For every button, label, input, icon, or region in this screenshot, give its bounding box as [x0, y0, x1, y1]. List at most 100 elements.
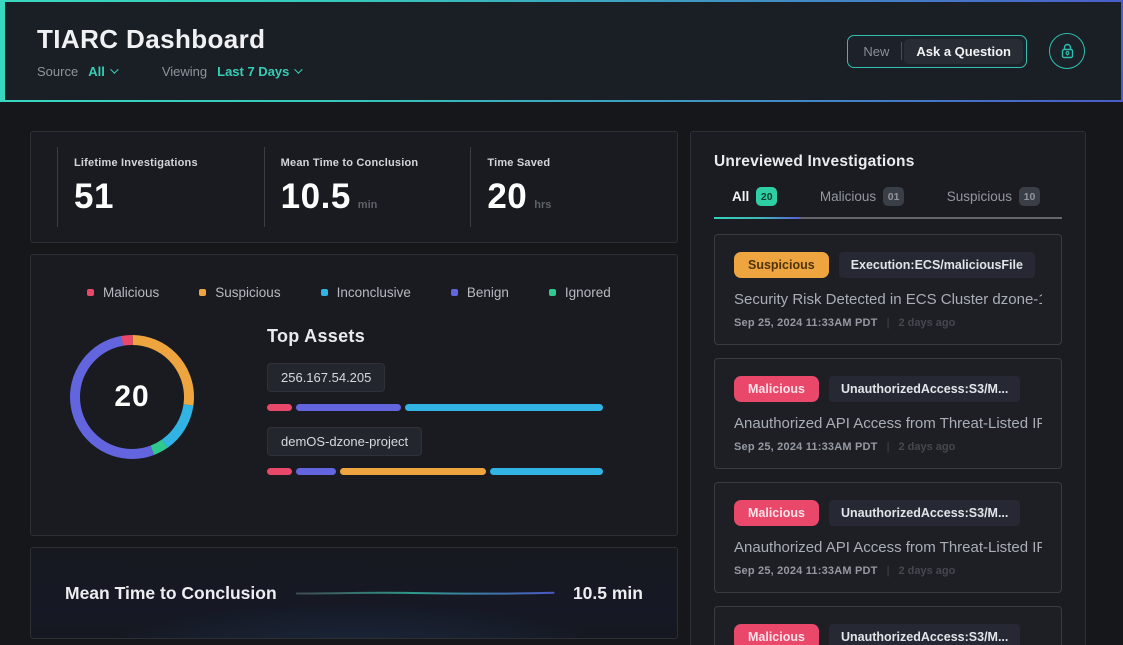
tab-label: Malicious [820, 189, 876, 204]
header-accent-border: TIARC Dashboard Source All Viewing Last … [0, 0, 1123, 102]
badge-row: Malicious UnauthorizedAccess:S3/M... [734, 376, 1042, 402]
finding-type-tag: UnauthorizedAccess:S3/M... [829, 500, 1020, 526]
asset-name-pill[interactable]: 256.167.54.205 [267, 363, 385, 392]
timestamp: Sep 25, 2024 11:33AM PDT [734, 441, 878, 453]
top-assets-title: Top Assets [267, 326, 603, 347]
stat-unit: min [358, 199, 378, 211]
legend-label: Benign [467, 285, 509, 300]
new-button[interactable]: New [851, 39, 901, 64]
benign-dot-icon [451, 289, 458, 296]
asset-row: demOS-dzone-project [267, 427, 603, 475]
mean-time-title: Mean Time to Conclusion [65, 583, 277, 604]
page-title: TIARC Dashboard [37, 24, 300, 55]
investigation-title: Anauthorized API Access from Threat-List… [734, 415, 1042, 432]
stat-value: 20 [487, 177, 527, 217]
investigations-list: SuspiciousExecution:ECS/maliciousFile Sec… [714, 234, 1062, 645]
bar-segment-inconclusive [405, 404, 603, 411]
age-label: 2 days ago [898, 317, 955, 329]
stat-unit: hrs [534, 199, 551, 211]
suspicious-dot-icon [199, 289, 206, 296]
age-label: 2 days ago [898, 441, 955, 453]
badge-row: SuspiciousExecution:ECS/maliciousFile [734, 252, 1042, 278]
chart-legend: Malicious Suspicious Inconclusive Benign Ign… [87, 285, 677, 300]
stat-label: Time Saved [487, 157, 677, 169]
investigation-title: Security Risk Detected in ECS Cluster dz… [734, 291, 1042, 308]
legend-item-inconclusive[interactable]: Inconclusive [321, 285, 411, 300]
legend-item-ignored[interactable]: Ignored [549, 285, 611, 300]
asset-name-pill[interactable]: demOS-dzone-project [267, 427, 422, 456]
top-assets-section: Top Assets 256.167.54.205 demOS-dzone-pro… [267, 326, 603, 475]
stat-mean-time-to-conclusion: Mean Time to Conclusion 10.5 min [264, 147, 471, 227]
severity-badge: Suspicious [734, 252, 829, 278]
legend-item-malicious[interactable]: Malicious [87, 285, 159, 300]
main-content: Lifetime Investigations 51 Mean Time to … [0, 102, 1123, 645]
source-label: Source [37, 64, 78, 79]
ask-question-label: Ask a Question [904, 39, 1023, 64]
date-range-value: Last 7 Days [217, 64, 289, 79]
stat-time-saved: Time Saved 20 hrs [470, 147, 677, 227]
source-value: All [88, 64, 105, 79]
date-range-dropdown[interactable]: Last 7 Days [217, 64, 300, 79]
chart-body: 20 Top Assets 256.167.54.205 demOS-dzone-… [31, 326, 677, 475]
meta-separator: | [887, 565, 890, 577]
stats-card: Lifetime Investigations 51 Mean Time to … [30, 131, 678, 243]
verdict-donut-chart: 20 [67, 332, 197, 462]
ask-a-question-button[interactable]: New Ask a Question [847, 35, 1027, 68]
chevron-down-icon [110, 65, 118, 73]
stat-value: 10.5 [281, 177, 351, 217]
tab-label: All [732, 189, 749, 204]
investigation-meta: Sep 25, 2024 11:33AM PDT|2 days ago [734, 317, 1042, 329]
inconclusive-dot-icon [321, 289, 328, 296]
tab-count-badge: 01 [883, 187, 904, 206]
verdict-chart-card: Malicious Suspicious Inconclusive Benign Ign… [30, 254, 678, 536]
legend-item-benign[interactable]: Benign [451, 285, 509, 300]
ignored-dot-icon [549, 289, 556, 296]
button-divider [901, 42, 902, 60]
finding-type-tag: UnauthorizedAccess:S3/M... [829, 376, 1020, 402]
header-left: TIARC Dashboard Source All Viewing Last … [37, 24, 300, 79]
severity-badge: Malicious [734, 376, 819, 402]
donut-total: 20 [67, 332, 197, 462]
tab-label: Suspicious [947, 189, 1012, 204]
legend-item-suspicious[interactable]: Suspicious [199, 285, 280, 300]
viewing-label: Viewing [162, 64, 207, 79]
legend-label: Inconclusive [337, 285, 411, 300]
timestamp: Sep 25, 2024 11:33AM PDT [734, 317, 878, 329]
investigation-card[interactable]: Malicious UnauthorizedAccess:S3/M... Anaut… [714, 358, 1062, 469]
asset-stacked-bar [267, 404, 603, 411]
lock-button[interactable] [1049, 33, 1085, 69]
bar-segment-inconclusive [490, 468, 603, 475]
mean-time-card: Mean Time to Conclusion 10.5 min [30, 547, 678, 639]
bar-segment-benign [296, 468, 336, 475]
mean-time-value: 10.5 min [573, 583, 643, 604]
investigation-card[interactable]: SuspiciousExecution:ECS/maliciousFile Sec… [714, 234, 1062, 345]
legend-label: Suspicious [215, 285, 280, 300]
source-dropdown[interactable]: All [88, 64, 116, 79]
stat-lifetime-investigations: Lifetime Investigations 51 [57, 147, 264, 227]
legend-label: Malicious [103, 285, 159, 300]
bar-segment-malicious [267, 468, 292, 475]
stat-label: Lifetime Investigations [74, 157, 264, 169]
header-actions: New Ask a Question [847, 33, 1085, 69]
tab-all[interactable]: All 20 [732, 187, 777, 217]
header-filters: Source All Viewing Last 7 Days [37, 64, 300, 79]
age-label: 2 days ago [898, 565, 955, 577]
unreviewed-investigations-panel: Unreviewed Investigations All 20 Malicious… [690, 131, 1086, 645]
left-column: Lifetime Investigations 51 Mean Time to … [30, 131, 678, 639]
tab-count-badge: 20 [756, 187, 777, 206]
severity-badge: Malicious [734, 500, 819, 526]
badge-row: Malicious UnauthorizedAccess:S3/M... [734, 500, 1042, 526]
panel-title: Unreviewed Investigations [714, 153, 1062, 171]
stat-value: 51 [74, 177, 114, 217]
tab-suspicious[interactable]: Suspicious 10 [947, 187, 1040, 217]
investigation-card[interactable]: MaliciousUnauthorizedAccess:S3/M...Anaut… [714, 606, 1062, 645]
tab-malicious[interactable]: Malicious 01 [820, 187, 904, 217]
chevron-down-icon [295, 65, 303, 73]
mttc-sparkline [295, 586, 555, 600]
tab-count-badge: 10 [1019, 187, 1040, 206]
investigation-card[interactable]: MaliciousUnauthorizedAccess:S3/M...Anaut… [714, 482, 1062, 593]
legend-label: Ignored [565, 285, 611, 300]
asset-stacked-bar [267, 468, 603, 475]
lock-icon [1060, 43, 1075, 59]
malicious-dot-icon [87, 289, 94, 296]
